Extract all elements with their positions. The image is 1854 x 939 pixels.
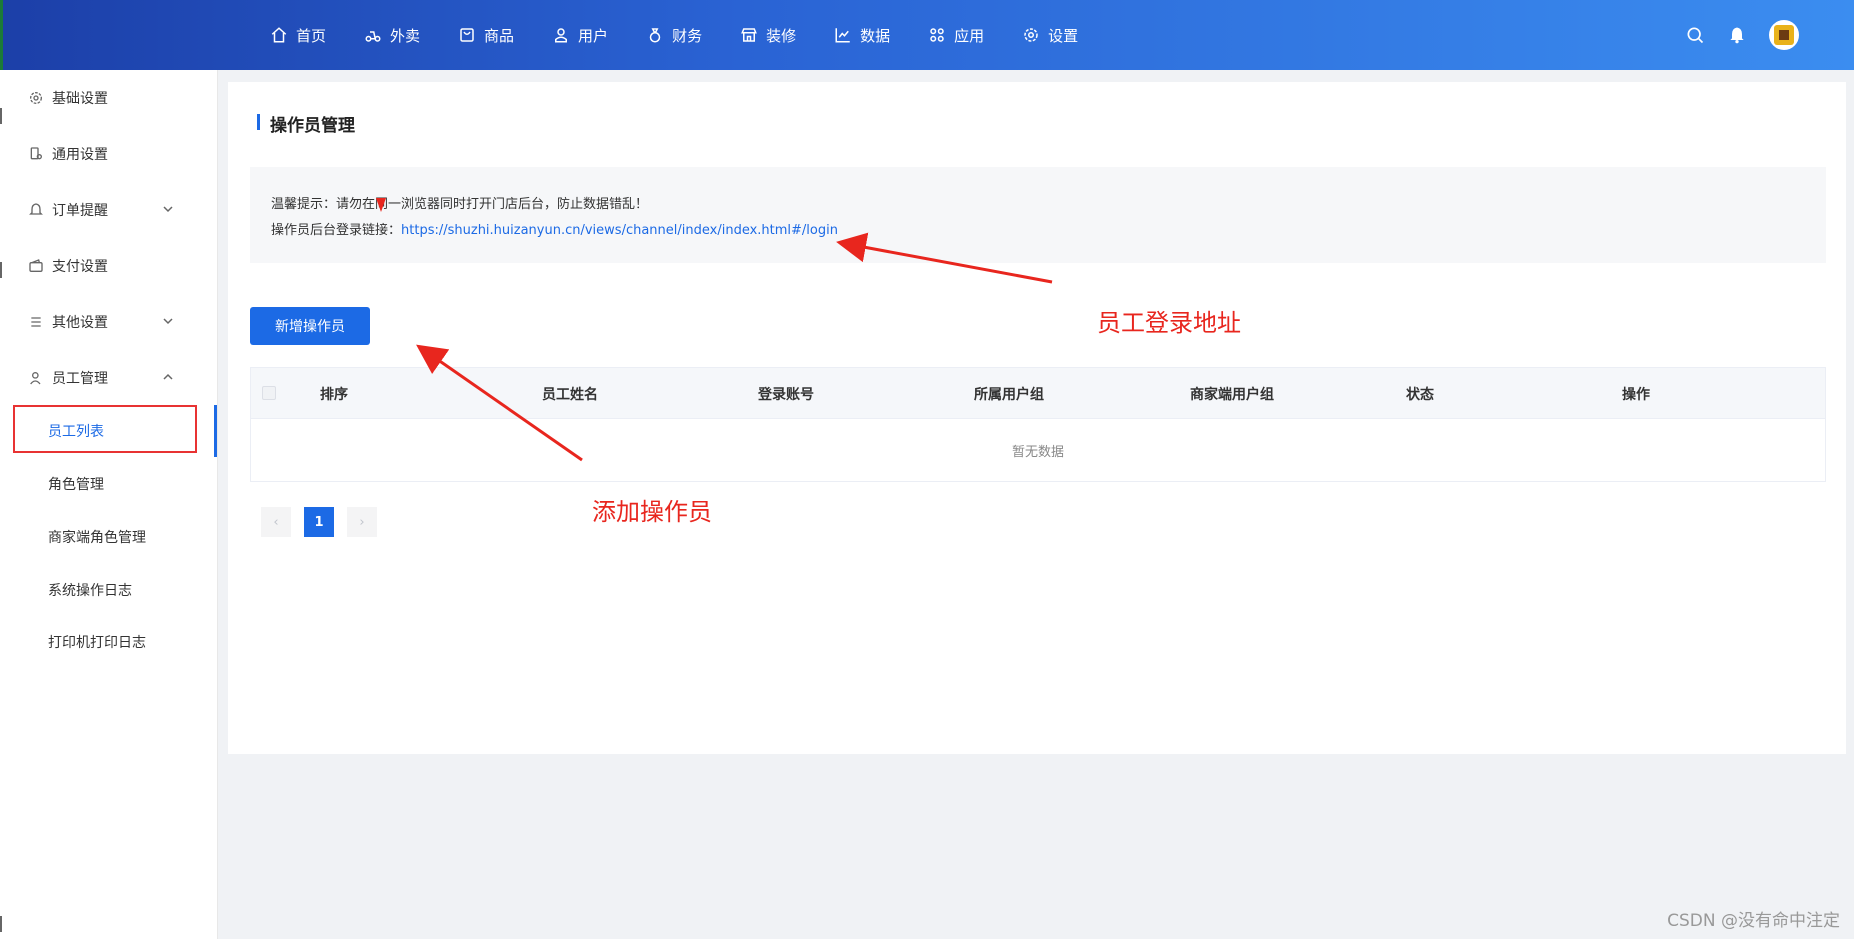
sidebar-item-general-settings[interactable]: 通用设置 bbox=[0, 134, 218, 174]
chevron-up-icon bbox=[163, 373, 173, 380]
column-header: 排序 bbox=[320, 387, 348, 403]
table-header: 排序 员工姓名 登录账号 所属用户组 商家端用户组 状态 操作 bbox=[251, 368, 1825, 418]
sidebar-item-label: 支付设置 bbox=[52, 259, 108, 275]
sidebar-item-basic-settings[interactable]: 基础设置 bbox=[0, 78, 218, 118]
tip-login-link: 操作员后台登录链接：https://shuzhi.huizanyun.cn/vi… bbox=[271, 219, 838, 238]
shop-icon bbox=[741, 28, 757, 42]
sidebar-item-payment-settings[interactable]: 支付设置 bbox=[0, 246, 218, 286]
empty-state: 暂无数据 bbox=[251, 418, 1825, 481]
tip-login-prefix: 操作员后台登录链接： bbox=[271, 223, 402, 238]
title-accent bbox=[257, 114, 260, 130]
annotation-login-address: 员工登录地址 bbox=[1097, 309, 1241, 337]
device-icon bbox=[30, 147, 42, 160]
sidebar-item-label: 其他设置 bbox=[52, 315, 108, 331]
nav-label: 装修 bbox=[766, 26, 797, 45]
gear-icon bbox=[30, 92, 42, 104]
nav-item-home[interactable]: 首页 bbox=[270, 0, 326, 70]
bag-icon bbox=[460, 28, 474, 42]
sidebar-subitem-merchant-role-management[interactable]: 商家端角色管理 bbox=[0, 517, 218, 557]
column-header: 商家端用户组 bbox=[1190, 387, 1274, 403]
sidebar-subitem-printer-log[interactable]: 打印机打印日志 bbox=[0, 622, 218, 662]
nav-label: 外卖 bbox=[390, 26, 421, 45]
gear-icon bbox=[1024, 28, 1038, 42]
sidebar-item-other-settings[interactable]: 其他设置 bbox=[0, 302, 218, 342]
scooter-icon bbox=[365, 31, 381, 42]
sidebar-subitem-label: 系统操作日志 bbox=[48, 583, 132, 599]
column-header: 操作 bbox=[1622, 387, 1650, 403]
bell-icon[interactable] bbox=[1727, 25, 1747, 45]
apps-icon bbox=[930, 28, 944, 42]
sidebar-subitem-label: 打印机打印日志 bbox=[48, 635, 146, 651]
annotation-add-operator: 添加操作员 bbox=[592, 498, 712, 526]
operator-table: 排序 员工姓名 登录账号 所属用户组 商家端用户组 状态 操作 暂无数据 bbox=[250, 367, 1826, 482]
active-indicator bbox=[214, 405, 217, 457]
page-title: 操作员管理 bbox=[270, 116, 355, 136]
wallet-icon bbox=[29, 259, 43, 272]
nav-item-data[interactable]: 数据 bbox=[834, 0, 890, 70]
top-right-tools bbox=[1685, 0, 1854, 70]
bell-icon bbox=[29, 203, 43, 215]
sidebar-item-label: 订单提醒 bbox=[52, 203, 108, 219]
top-navbar: 首页 外卖 商品 用户 财务 装修 数据 应用 设置 bbox=[0, 0, 1854, 70]
login-link[interactable]: https://shuzhi.huizanyun.cn/views/channe… bbox=[401, 223, 838, 238]
column-header: 登录账号 bbox=[758, 387, 814, 403]
column-header: 所属用户组 bbox=[974, 387, 1044, 403]
sidebar-item-label: 通用设置 bbox=[52, 147, 108, 163]
add-operator-button[interactable]: 新增操作员 bbox=[250, 307, 370, 345]
nav-label: 财务 bbox=[672, 26, 703, 45]
sidebar-subitem-system-log[interactable]: 系统操作日志 bbox=[0, 570, 218, 610]
nav-item-apps[interactable]: 应用 bbox=[928, 0, 984, 70]
tip-warning: 温馨提示：请勿在同一浏览器同时打开门店后台，防止数据错乱！ bbox=[271, 197, 649, 212]
sidebar-item-label: 基础设置 bbox=[52, 91, 108, 107]
column-header: 员工姓名 bbox=[542, 387, 598, 403]
avatar-image-detail bbox=[1779, 30, 1789, 40]
main-nav: 首页 外卖 商品 用户 财务 装修 数据 应用 设置 bbox=[270, 0, 1116, 70]
nav-item-finance[interactable]: 财务 bbox=[646, 0, 702, 70]
nav-item-takeout[interactable]: 外卖 bbox=[364, 0, 420, 70]
line-chart-icon bbox=[835, 28, 850, 43]
pagination-page[interactable]: 1 bbox=[304, 507, 334, 537]
sidebar: 基础设置 通用设置 订单提醒 支付设置 其他设置 员工管理 员工列表 角色管理 … bbox=[0, 70, 218, 939]
nav-item-decoration[interactable]: 装修 bbox=[740, 0, 796, 70]
nav-item-goods[interactable]: 商品 bbox=[458, 0, 514, 70]
pagination-next[interactable]: › bbox=[347, 507, 377, 537]
sidebar-subitem-label: 角色管理 bbox=[48, 477, 104, 493]
nav-label: 商品 bbox=[484, 26, 515, 45]
chevron-down-icon bbox=[163, 318, 173, 325]
avatar[interactable] bbox=[1769, 20, 1799, 50]
column-header: 状态 bbox=[1406, 387, 1434, 403]
highlight-box-staff-list bbox=[13, 405, 197, 453]
home-icon bbox=[271, 27, 287, 43]
window-edge-mark bbox=[0, 262, 2, 278]
select-all-checkbox[interactable] bbox=[262, 386, 276, 400]
window-edge bbox=[0, 0, 3, 70]
window-edge-mark bbox=[0, 916, 2, 932]
sidebar-subitem-label: 商家端角色管理 bbox=[48, 530, 146, 546]
sidebar-item-order-reminder[interactable]: 订单提醒 bbox=[0, 190, 218, 230]
sidebar-subitem-role-management[interactable]: 角色管理 bbox=[0, 464, 218, 504]
money-bag-icon bbox=[649, 28, 661, 43]
nav-item-settings[interactable]: 设置 bbox=[1022, 0, 1078, 70]
sidebar-item-label: 员工管理 bbox=[52, 371, 108, 387]
chevron-down-icon bbox=[163, 206, 173, 213]
tips-panel bbox=[250, 167, 1826, 263]
nav-item-users[interactable]: 用户 bbox=[552, 0, 608, 70]
pagination-prev[interactable]: ‹ bbox=[261, 507, 291, 537]
nav-label: 用户 bbox=[578, 26, 609, 45]
user-icon bbox=[555, 28, 568, 43]
sidebar-item-staff-management[interactable]: 员工管理 bbox=[0, 358, 218, 398]
window-edge-mark bbox=[0, 108, 2, 124]
watermark: CSDN @没有命中注定 bbox=[1667, 911, 1840, 931]
nav-label: 设置 bbox=[1048, 26, 1079, 45]
nav-label: 数据 bbox=[860, 26, 891, 45]
list-icon bbox=[31, 317, 41, 327]
nav-label: 首页 bbox=[296, 26, 327, 45]
user-icon bbox=[30, 372, 41, 385]
nav-label: 应用 bbox=[954, 26, 985, 45]
search-icon[interactable] bbox=[1685, 25, 1705, 45]
